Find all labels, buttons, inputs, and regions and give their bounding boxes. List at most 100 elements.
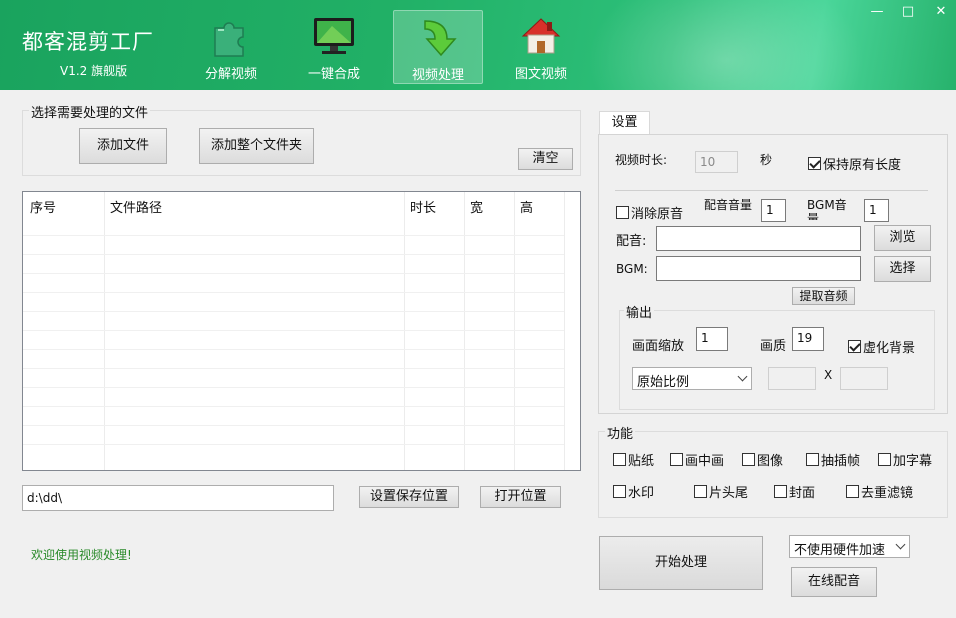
functions-group [598,431,948,518]
nav-decompose-video[interactable]: 分解视频 [186,10,276,84]
nav-video-processing[interactable]: 视频处理 [393,10,483,84]
extract-audio-button[interactable]: 提取音频 [792,287,855,305]
file-table[interactable]: 序号 文件路径 时长 宽 高 [22,191,581,471]
minimize-button[interactable]: — [867,4,887,20]
browse-button[interactable]: 浏览 [874,225,931,251]
dub-label: 配音: [616,234,647,249]
bgm-volume-label: BGM音量 [807,198,847,220]
nav-label: 分解视频 [204,67,257,82]
tab-settings[interactable]: 设置 [599,111,650,135]
start-processing-button[interactable]: 开始处理 [599,536,763,590]
row-divider [23,235,564,236]
quality-label: 画质 [760,339,787,354]
save-path-input[interactable]: d:\dd\ [22,485,334,511]
scale-input[interactable]: 1 [696,327,728,351]
dub-file-input[interactable] [656,226,861,251]
function-label: 封面 [789,486,816,501]
col-header-duration[interactable]: 时长 [410,197,436,216]
divider [615,190,928,191]
chevron-down-icon [895,539,906,550]
col-header-path[interactable]: 文件路径 [110,197,162,216]
hardware-acceleration-select[interactable]: 不使用硬件加速 [789,535,910,558]
nav-one-click-compose[interactable]: 一键合成 [289,10,379,84]
blur-background-checkbox[interactable]: 虚化背景 [848,337,915,356]
checkbox-box[interactable] [694,485,707,498]
checkbox-box[interactable] [670,453,683,466]
checkbox-box[interactable] [808,157,821,170]
bgm-volume-input[interactable]: 1 [864,199,889,222]
row-divider [23,349,564,350]
dimension-separator: X [824,368,833,382]
column-divider [464,192,465,470]
puzzle-icon [214,22,244,57]
function-label: 图像 [757,454,784,469]
bgm-file-input[interactable] [656,256,861,281]
function-subtitle-checkbox[interactable]: 加字幕 [878,450,932,469]
checkbox-box[interactable] [878,453,891,466]
output-group-title: 输出 [624,302,655,321]
column-divider [564,192,565,470]
column-divider [104,192,105,470]
col-header-width[interactable]: 宽 [470,197,483,216]
row-divider [23,273,564,274]
nav-label: 一键合成 [307,67,360,82]
status-message: 欢迎使用视频处理! [31,548,132,562]
quality-input[interactable]: 19 [792,327,824,351]
function-label: 贴纸 [628,454,655,469]
row-divider [23,444,564,445]
function-dedup-filter-checkbox[interactable]: 去重滤镜 [846,482,913,501]
set-save-location-button[interactable]: 设置保存位置 [359,486,459,508]
aspect-ratio-value: 原始比例 [637,375,690,390]
row-divider [23,292,564,293]
title-bar: 都客混剪工厂 V1.2 旗舰版 分解视频 一键合成 视频处理 图文视频 — □ … [0,0,956,90]
function-cover-checkbox[interactable]: 封面 [774,482,815,501]
function-intro-outro-checkbox[interactable]: 片头尾 [694,482,748,501]
select-bgm-button[interactable]: 选择 [874,256,931,282]
col-header-height[interactable]: 高 [520,197,533,216]
checkbox-box[interactable] [848,340,861,353]
functions-group-title: 功能 [605,423,636,442]
keep-length-label: 保持原有长度 [823,158,902,173]
col-header-index[interactable]: 序号 [30,197,56,216]
add-file-button[interactable]: 添加文件 [79,128,167,164]
duration-input[interactable]: 10 [695,151,738,173]
checkbox-box[interactable] [846,485,859,498]
keep-length-checkbox[interactable]: 保持原有长度 [808,154,901,173]
row-divider [23,254,564,255]
online-dub-button[interactable]: 在线配音 [791,567,877,597]
add-folder-button[interactable]: 添加整个文件夹 [199,128,314,164]
aspect-ratio-select[interactable]: 原始比例 [632,367,752,390]
checkbox-box[interactable] [613,453,626,466]
function-label: 画中画 [685,454,725,469]
remove-audio-label: 消除原音 [631,207,684,222]
row-divider [23,368,564,369]
output-height-input[interactable] [840,367,888,390]
function-frame-checkbox[interactable]: 抽插帧 [806,450,860,469]
remove-audio-checkbox[interactable]: 消除原音 [616,203,683,222]
function-label: 水印 [628,486,655,501]
checkbox-box[interactable] [806,453,819,466]
seconds-label: 秒 [760,153,773,167]
chevron-down-icon [737,371,748,382]
checkbox-box[interactable] [613,485,626,498]
function-label: 去重滤镜 [861,486,914,501]
row-divider [23,330,564,331]
function-sticker-checkbox[interactable]: 贴纸 [613,450,654,469]
clear-button[interactable]: 清空 [518,148,573,170]
maximize-button[interactable]: □ [898,4,918,20]
close-button[interactable]: ✕ [931,4,951,20]
function-watermark-checkbox[interactable]: 水印 [613,482,654,501]
nav-label: 图文视频 [514,67,567,82]
function-pip-checkbox[interactable]: 画中画 [670,450,724,469]
checkbox-box[interactable] [774,485,787,498]
blur-background-label: 虚化背景 [863,341,916,356]
checkbox-box[interactable] [616,206,629,219]
checkbox-box[interactable] [742,453,755,466]
dub-volume-input[interactable]: 1 [761,199,786,222]
open-location-button[interactable]: 打开位置 [480,486,561,508]
function-image-checkbox[interactable]: 图像 [742,450,783,469]
output-width-input[interactable] [768,367,816,390]
nav-graphic-video[interactable]: 图文视频 [496,10,586,84]
row-divider [23,387,564,388]
app-title: 都客混剪工厂 [22,30,154,54]
